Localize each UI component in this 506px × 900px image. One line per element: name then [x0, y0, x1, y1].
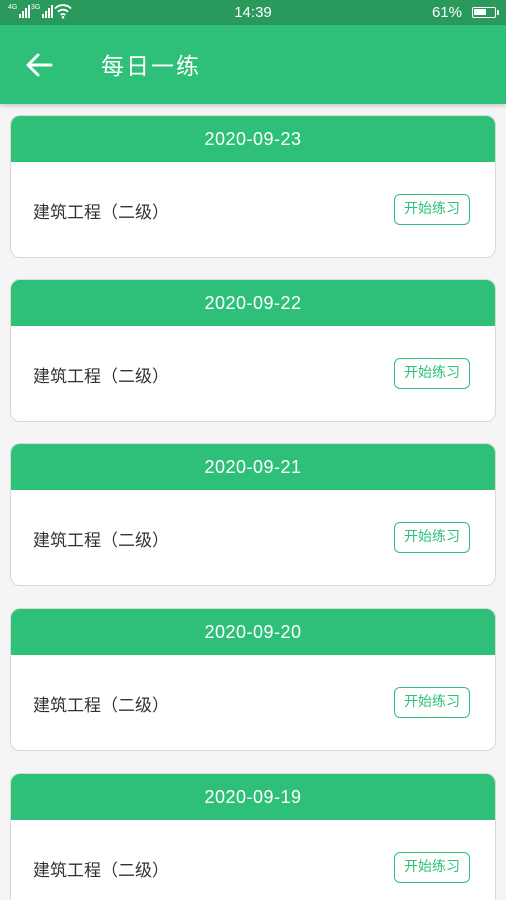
start-practice-button[interactable]: 开始练习: [394, 852, 470, 883]
clock: 14:39: [234, 4, 272, 21]
card-subject: 建筑工程（二级）: [33, 861, 169, 881]
battery-icon: [472, 7, 499, 18]
card-date: 2020-09-20: [11, 609, 495, 655]
start-practice-button[interactable]: 开始练习: [394, 358, 470, 389]
start-practice-button[interactable]: 开始练习: [394, 687, 470, 718]
card-subject: 建筑工程（二级）: [33, 367, 169, 387]
practice-card: 2020-09-23 建筑工程（二级） 开始练习: [10, 115, 496, 258]
card-subject: 建筑工程（二级）: [33, 696, 169, 716]
start-practice-button[interactable]: 开始练习: [394, 194, 470, 225]
card-date: 2020-09-22: [11, 280, 495, 326]
card-subject: 建筑工程（二级）: [33, 531, 169, 551]
card-date: 2020-09-21: [11, 444, 495, 490]
status-bar: 4G 3G 14:39 61%: [0, 0, 506, 25]
page-title: 每日一练: [101, 54, 201, 80]
card-date: 2020-09-23: [11, 116, 495, 162]
card-date: 2020-09-19: [11, 774, 495, 820]
daily-practice-list[interactable]: 2020-09-23 建筑工程（二级） 开始练习 2020-09-22 建筑工程…: [0, 104, 506, 900]
battery-percentage: 61%: [431, 4, 462, 21]
start-practice-button[interactable]: 开始练习: [394, 522, 470, 553]
practice-card: 2020-09-20 建筑工程（二级） 开始练习: [10, 608, 496, 751]
app-bar: 每日一练: [0, 25, 506, 104]
practice-card: 2020-09-22 建筑工程（二级） 开始练习: [10, 279, 496, 422]
practice-card: 2020-09-19 建筑工程（二级） 开始练习: [10, 773, 496, 900]
card-subject: 建筑工程（二级）: [33, 203, 169, 223]
arrow-left-icon[interactable]: [22, 50, 56, 80]
battery-level: [474, 9, 486, 15]
practice-card: 2020-09-21 建筑工程（二级） 开始练习: [10, 443, 496, 586]
